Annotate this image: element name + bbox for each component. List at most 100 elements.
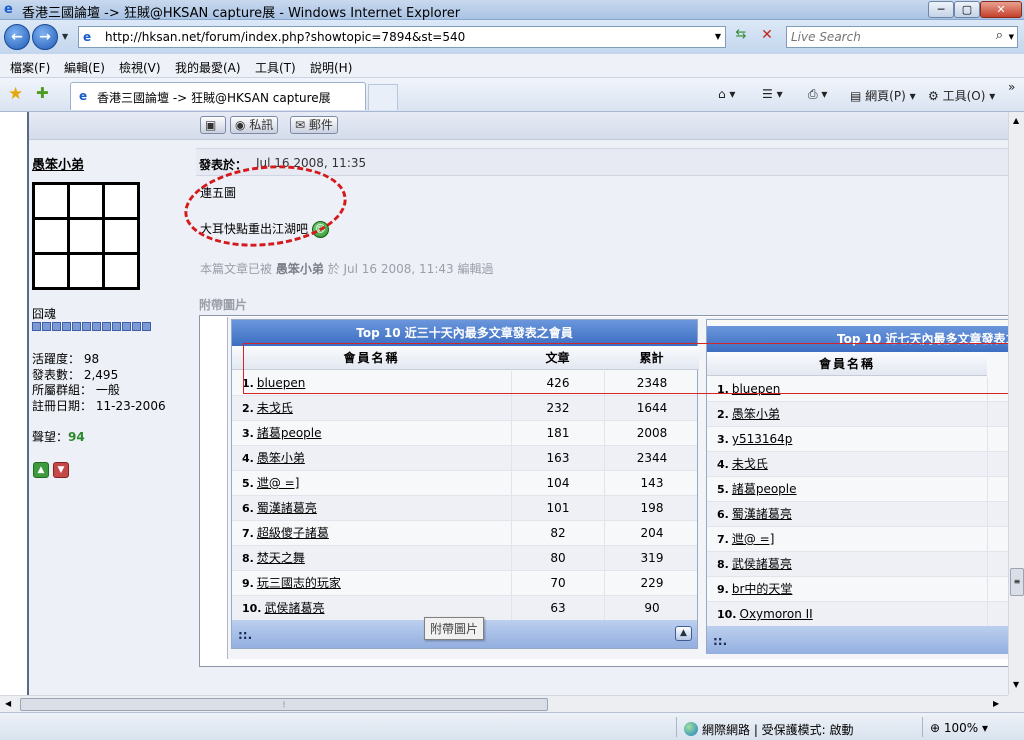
member-link[interactable]: 未戈氏 xyxy=(257,401,293,415)
back-to-top-button[interactable]: ▲ xyxy=(675,626,692,641)
add-favorite-icon[interactable]: ✚ xyxy=(36,84,49,102)
profile-button[interactable]: ▣ xyxy=(200,116,226,134)
url-text[interactable]: http://hksan.net/forum/index.php?showtop… xyxy=(105,30,465,44)
member-link[interactable]: 玩三國志的玩家 xyxy=(257,576,341,590)
member-link[interactable]: 超級傻子諸葛 xyxy=(257,526,329,540)
pm-label: 私訊 xyxy=(249,118,274,132)
reputation: 聲望：94 xyxy=(32,428,85,445)
vertical-scrollbar[interactable]: ▲ ≡ ▼ xyxy=(1008,112,1024,695)
more-commands-icon[interactable]: » xyxy=(1008,80,1015,94)
table-row: 6. 蜀漢諸葛亮 101 198 xyxy=(232,496,697,521)
email-button[interactable]: ✉ 郵件 xyxy=(290,116,338,134)
member-link[interactable]: 未戈氏 xyxy=(732,457,768,471)
rank-number: 8. xyxy=(242,552,254,565)
menu-favorites[interactable]: 我的最愛(A) xyxy=(175,59,241,76)
rank-pip xyxy=(142,322,151,331)
menu-file[interactable]: 檔案(F) xyxy=(10,59,50,76)
post-header-strip xyxy=(29,112,1008,140)
member-link[interactable]: 武侯諸葛亮 xyxy=(732,557,792,571)
rank-pip xyxy=(122,322,131,331)
menu-tools[interactable]: 工具(T) xyxy=(255,59,296,76)
forward-button[interactable]: → xyxy=(32,24,58,50)
member-link[interactable]: 迣@ =] xyxy=(732,532,775,546)
member-cell: 5. 諸葛people xyxy=(717,477,987,502)
scroll-up-icon[interactable]: ▲ xyxy=(1013,116,1019,125)
horizontal-scrollbar[interactable]: ◀ ⦙ ▶ xyxy=(0,695,1008,712)
rank-pip xyxy=(82,322,91,331)
new-tab-button[interactable] xyxy=(368,84,398,110)
scroll-thumb-h[interactable]: ⦙ xyxy=(20,698,548,711)
member-link[interactable]: 諸葛people xyxy=(257,426,322,440)
scroll-left-icon[interactable]: ◀ xyxy=(5,699,11,708)
table-row: 7. 超級傻子諸葛 82 204 xyxy=(232,521,697,546)
tab-active[interactable]: e 香港三國論壇 -> 狂賊@HKSAN capture展 xyxy=(70,82,366,110)
rank-pip xyxy=(52,322,61,331)
scroll-corner xyxy=(1008,695,1024,712)
rank-number: 6. xyxy=(242,502,254,515)
zoom-value: 100% xyxy=(943,721,979,735)
rep-down-button[interactable]: ▼ xyxy=(53,462,69,478)
search-box[interactable]: ⌕ ▼ xyxy=(786,26,1018,48)
address-dropdown-icon[interactable]: ▼ xyxy=(715,32,721,41)
avatar xyxy=(32,182,140,290)
scroll-thumb-v[interactable]: ≡ xyxy=(1010,568,1024,596)
member-link[interactable]: br中的天堂 xyxy=(732,582,793,596)
close-button[interactable]: ✕ xyxy=(980,1,1022,18)
member-link[interactable]: 蜀漢諸葛亮 xyxy=(732,507,792,521)
posts-cell: 181 xyxy=(511,421,604,446)
menu-view[interactable]: 檢視(V) xyxy=(119,59,161,76)
member-link[interactable]: 諸葛people xyxy=(732,482,797,496)
member-cell: 8. 武侯諸葛亮 xyxy=(717,552,987,577)
tooltip: 附帶圖片 xyxy=(424,617,485,640)
username-link[interactable]: 愚笨小弟 xyxy=(32,154,84,173)
back-button[interactable]: ← xyxy=(4,24,30,50)
footer-dots: ::. xyxy=(713,634,728,648)
zoom-icon: ⊕ xyxy=(930,721,944,735)
minimize-button[interactable]: ─ xyxy=(928,1,954,18)
member-link[interactable]: 焚天之舞 xyxy=(257,551,305,565)
address-toolbar: ← → ▼ e http://hksan.net/forum/index.php… xyxy=(0,20,1024,54)
tools-menu[interactable]: ⚙ 工具(O) ▾ xyxy=(928,87,995,104)
recent-pages-dropdown[interactable]: ▼ xyxy=(62,32,68,41)
member-link[interactable]: 蜀漢諸葛亮 xyxy=(257,501,317,515)
rank-number: 7. xyxy=(242,527,254,540)
favorites-star-icon[interactable]: ★ xyxy=(8,84,23,104)
member-cell: 4. 愚笨小弟 xyxy=(242,446,510,471)
rep-up-button[interactable]: ▲ xyxy=(33,462,49,478)
security-zone[interactable]: 網際網路 | 受保護模式: 啟動 xyxy=(684,721,854,738)
refresh-button[interactable]: ⇆ xyxy=(730,27,752,47)
search-dropdown-icon[interactable]: ▼ xyxy=(1009,33,1014,41)
maximize-button[interactable]: ▢ xyxy=(954,1,980,18)
member-link[interactable]: 愚笨小弟 xyxy=(732,407,780,421)
stat-label: 活躍度： xyxy=(32,352,81,366)
home-icon[interactable]: ⌂ ▾ xyxy=(718,87,735,101)
search-icon[interactable]: ⌕ xyxy=(996,28,1003,43)
member-link[interactable]: 愚笨小弟 xyxy=(257,451,305,465)
stat-label: 註冊日期： xyxy=(32,399,93,413)
page-menu[interactable]: ▤ 網頁(P) ▾ xyxy=(850,87,916,104)
rank-number: 9. xyxy=(717,583,729,596)
rank-pip xyxy=(132,322,141,331)
print-icon[interactable]: ⎙ ▾ xyxy=(808,87,827,102)
search-input[interactable] xyxy=(791,29,987,45)
member-link[interactable]: 迣@ =] xyxy=(257,476,300,490)
total-cell: 90 xyxy=(604,596,699,621)
scroll-down-icon[interactable]: ▼ xyxy=(1013,680,1019,689)
feeds-icon[interactable]: ☰ ▾ xyxy=(762,87,783,101)
menu-edit[interactable]: 編輯(E) xyxy=(64,59,105,76)
pm-button[interactable]: ◉ 私訊 xyxy=(230,116,279,134)
scroll-right-icon[interactable]: ▶ xyxy=(993,699,999,708)
tools-menu-label: 工具(O) xyxy=(942,89,986,103)
member-link[interactable]: Oxymoron II xyxy=(740,607,813,621)
status-bar: 網際網路 | 受保護模式: 啟動 ⊕ 100% ▾ xyxy=(0,712,1024,740)
address-bar[interactable]: e http://hksan.net/forum/index.php?showt… xyxy=(78,26,726,48)
zoom-control[interactable]: ⊕ 100% ▾ xyxy=(930,721,988,735)
menu-help[interactable]: 說明(H) xyxy=(310,59,352,76)
member-link[interactable]: 武侯諸葛亮 xyxy=(265,601,325,615)
stop-button[interactable]: ✕ xyxy=(756,27,778,47)
member-link[interactable]: y513164p xyxy=(732,432,793,446)
table-row: 3. 諸葛people 181 2008 xyxy=(232,421,697,446)
edited-suffix: 於 Jul 16 2008, 11:43 編輯過 xyxy=(327,262,494,276)
rank-number: 10. xyxy=(242,602,262,615)
window-titlebar: e 香港三國論壇 -> 狂賊@HKSAN capture展 - Windows … xyxy=(0,0,1024,21)
